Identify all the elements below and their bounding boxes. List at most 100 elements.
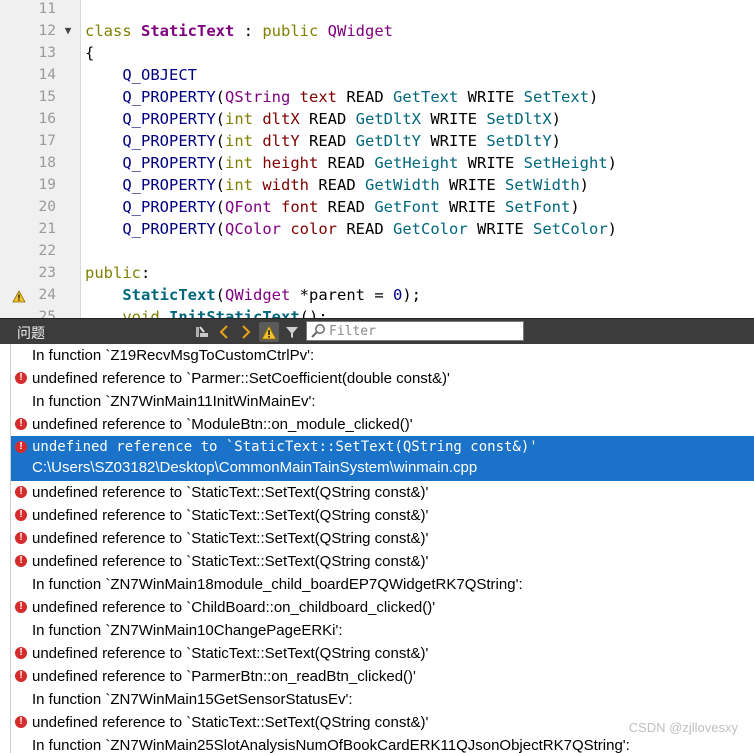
issue-error-row[interactable]: ! undefined reference to `ChildBoard::on_… xyxy=(11,596,754,619)
issue-context-row[interactable]: In function `ZN7WinMain25SlotAnalysisNum… xyxy=(11,734,754,753)
error-icon: ! xyxy=(15,532,27,544)
code-line[interactable]: 12 ▼ class StaticText : public QWidget xyxy=(0,20,754,42)
issue-context-row[interactable]: In function `ZN7WinMain10ChangePageERKi'… xyxy=(11,619,754,642)
code-line[interactable]: 23 public: xyxy=(0,262,754,284)
code-token: : xyxy=(141,264,151,282)
line-number: 11 xyxy=(38,1,56,17)
code-text: StaticText(QWidget *parent = 0); xyxy=(85,284,421,306)
code-token: SetDltX xyxy=(486,110,552,128)
code-text: public: xyxy=(85,262,150,284)
issue-context-row[interactable]: In function `ZN7WinMain18module_child_bo… xyxy=(11,573,754,596)
code-token: GetColor xyxy=(393,220,468,238)
code-token: : xyxy=(234,22,263,40)
filter-field[interactable] xyxy=(306,321,524,341)
issue-error-row[interactable]: ! undefined reference to `ParmerBtn::on_r… xyxy=(11,665,754,688)
previous-item-icon[interactable] xyxy=(214,322,234,342)
code-token: READ xyxy=(309,176,366,194)
code-line[interactable]: 19 Q_PROPERTY(int width READ GetWidth WR… xyxy=(0,174,754,196)
code-line[interactable]: 14 Q_OBJECT xyxy=(0,64,754,86)
line-number: 19 xyxy=(38,177,56,193)
next-item-icon[interactable] xyxy=(236,322,256,342)
code-text: { xyxy=(85,42,94,64)
issue-error-row[interactable]: ! undefined reference to `Parmer::SetCoef… xyxy=(11,367,754,390)
code-token: WRITE xyxy=(421,132,487,150)
code-token: Q_OBJECT xyxy=(122,66,197,84)
issue-error-row[interactable]: ! undefined reference to `StaticText::Set… xyxy=(11,504,754,527)
code-line[interactable]: 15 Q_PROPERTY(QString text READ GetText … xyxy=(0,86,754,108)
code-line[interactable]: 25 void InitStaticText(); xyxy=(0,306,754,318)
issue-message: undefined reference to `StaticText::SetT… xyxy=(32,530,429,547)
code-token: WRITE xyxy=(439,176,505,194)
code-token: height xyxy=(262,154,319,172)
search-icon xyxy=(310,323,326,344)
code-token: ( xyxy=(215,88,225,106)
code-token: int xyxy=(225,132,253,150)
code-token: class xyxy=(85,22,141,40)
error-icon: ! xyxy=(15,670,27,682)
filter-input[interactable] xyxy=(329,323,519,339)
code-token: InitStaticText xyxy=(169,308,300,318)
error-icon: ! xyxy=(15,509,27,521)
code-token: ); xyxy=(402,286,422,304)
code-token: SetDltY xyxy=(486,132,552,150)
code-token: ( xyxy=(215,220,225,238)
filter-funnel-icon[interactable] xyxy=(282,322,302,342)
code-text: class StaticText : public QWidget xyxy=(85,20,393,42)
code-text: Q_OBJECT xyxy=(85,64,197,86)
code-token: text xyxy=(299,88,337,106)
watermark: CSDN @zjllovesxy xyxy=(628,720,738,735)
issue-error-row[interactable]: ! undefined reference to `StaticText::Set… xyxy=(11,481,754,504)
issue-message: undefined reference to `Parmer::SetCoeff… xyxy=(32,370,450,387)
code-line[interactable]: 11 xyxy=(0,0,754,20)
show-warnings-icon[interactable] xyxy=(259,322,279,342)
code-token: ( xyxy=(215,132,225,150)
fold-arrow-icon[interactable]: ▼ xyxy=(62,20,74,42)
code-token: READ xyxy=(318,154,375,172)
code-line[interactable]: 22 xyxy=(0,240,754,262)
error-icon: ! xyxy=(15,601,27,613)
code-line[interactable]: 17 Q_PROPERTY(int dltY READ GetDltY WRIT… xyxy=(0,130,754,152)
code-line[interactable]: 18 Q_PROPERTY(int height READ GetHeight … xyxy=(0,152,754,174)
clean-build-icon[interactable] xyxy=(192,322,212,342)
line-number: 23 xyxy=(38,265,56,281)
code-token: Q_PROPERTY xyxy=(122,176,216,194)
issue-context-row[interactable]: In function `Z19RecvMsgToCustomCtrlPv': xyxy=(11,344,754,367)
code-token: SetFont xyxy=(505,198,571,216)
issue-error-row[interactable]: ! undefined reference to `StaticText::Set… xyxy=(11,436,754,481)
code-token: QColor xyxy=(225,220,281,238)
issue-context-row[interactable]: In function `ZN7WinMain11InitWinMainEv': xyxy=(11,390,754,413)
code-line[interactable]: 16 Q_PROPERTY(int dltX READ GetDltX WRIT… xyxy=(0,108,754,130)
issue-error-row[interactable]: ! undefined reference to `StaticText::Set… xyxy=(11,527,754,550)
code-editor[interactable]: 11 12 ▼ class StaticText : public QWidget 13… xyxy=(0,0,754,318)
code-token: ) xyxy=(588,88,599,106)
code-token: int xyxy=(225,110,253,128)
code-line[interactable]: 20 Q_PROPERTY(QFont font READ GetFont WR… xyxy=(0,196,754,218)
line-number: 22 xyxy=(38,243,56,259)
issues-pane-toolbar: 问题 xyxy=(0,318,754,344)
code-line[interactable]: 13 { xyxy=(0,42,754,64)
issue-error-row[interactable]: ! undefined reference to `StaticText::Set… xyxy=(11,642,754,665)
code-line[interactable]: 21 Q_PROPERTY(QColor color READ GetColor… xyxy=(0,218,754,240)
issues-list[interactable]: In function `Z19RecvMsgToCustomCtrlPv':!… xyxy=(10,344,754,753)
code-token: Q_PROPERTY xyxy=(122,110,216,128)
code-token: READ xyxy=(337,88,393,106)
code-token: public xyxy=(262,22,328,40)
code-line[interactable]: 24 StaticText(QWidget *parent = 0); xyxy=(0,284,754,306)
code-token: READ xyxy=(318,198,375,216)
issue-message: undefined reference to `StaticText::SetT… xyxy=(32,553,429,570)
issue-context-row[interactable]: In function `ZN7WinMain15GetSensorStatus… xyxy=(11,688,754,711)
error-icon: ! xyxy=(15,555,27,567)
error-icon: ! xyxy=(15,372,27,384)
code-text: Q_PROPERTY(QColor color READ GetColor WR… xyxy=(85,218,617,240)
code-token: ) xyxy=(570,198,580,216)
issue-message: undefined reference to `ChildBoard::on_c… xyxy=(32,599,436,616)
issues-pane-title: 问题 xyxy=(17,325,45,341)
code-token: int xyxy=(225,176,253,194)
code-text: Q_PROPERTY(int dltX READ GetDltX WRITE S… xyxy=(85,108,561,130)
issue-error-row[interactable]: ! undefined reference to `StaticText::Set… xyxy=(11,550,754,573)
issue-error-row[interactable]: ! undefined reference to `ModuleBtn::on_m… xyxy=(11,413,754,436)
